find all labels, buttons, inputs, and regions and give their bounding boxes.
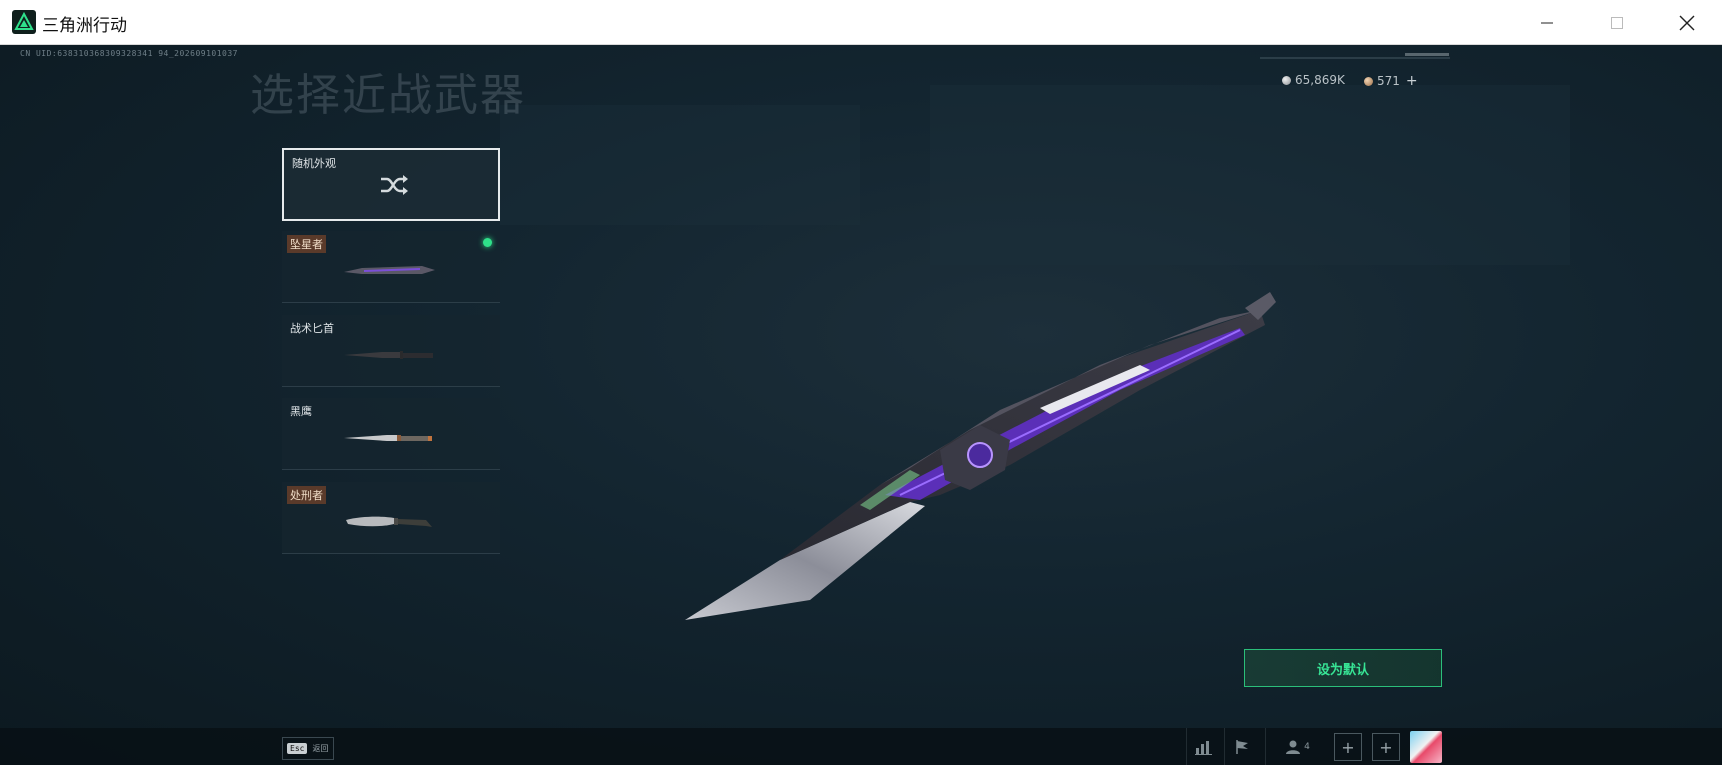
knife-thumbnail	[344, 266, 435, 274]
skin-label: 随机外观	[292, 157, 336, 170]
flag-button[interactable]	[1224, 728, 1258, 765]
invite-slot-button[interactable]: +	[1372, 733, 1400, 761]
minimize-button[interactable]	[1512, 0, 1582, 45]
bronze-coin-icon	[1364, 76, 1373, 86]
squad-count: 4	[1304, 741, 1310, 752]
esc-key-hint: Esc	[287, 743, 308, 754]
back-label: 返回	[312, 744, 329, 753]
silver-amount: 65,869K	[1295, 73, 1345, 87]
skin-card-executioner[interactable]: 处刑者	[282, 482, 500, 554]
set-default-button[interactable]: 设为默认	[1244, 649, 1442, 687]
squad-button[interactable]: 4	[1265, 728, 1329, 765]
minimize-icon	[1541, 22, 1553, 23]
skin-label: 黑鹰	[290, 405, 312, 418]
window-titlebar: 三角洲行动	[0, 0, 1722, 45]
stats-button[interactable]	[1186, 728, 1220, 765]
close-button[interactable]	[1652, 0, 1722, 45]
skin-label: 处刑者	[287, 486, 326, 504]
skin-label: 战术匕首	[290, 322, 334, 335]
skin-card-black-hawk[interactable]: 黑鹰	[282, 398, 500, 470]
bronze-amount: 571	[1377, 74, 1400, 88]
knife-preview-render[interactable]	[680, 290, 1280, 630]
maximize-icon	[1611, 16, 1623, 29]
equipped-indicator	[483, 238, 492, 247]
plus-icon: +	[1379, 737, 1393, 757]
flag-icon	[1235, 739, 1248, 754]
close-icon	[1679, 15, 1695, 30]
knife-thumbnail	[346, 516, 432, 527]
background-structure	[500, 105, 860, 225]
bar-chart-icon	[1194, 740, 1212, 755]
bronze-currency: 571 +	[1364, 73, 1418, 89]
silver-currency: 65,869K	[1282, 73, 1345, 87]
skin-card-starfall[interactable]: 坠星者	[282, 231, 500, 303]
knife-thumbnail	[344, 351, 433, 359]
add-currency-button[interactable]: +	[1406, 73, 1418, 89]
skin-label: 坠星者	[287, 235, 326, 253]
invite-slot-button[interactable]: +	[1334, 733, 1362, 761]
game-viewport: CN UID:638310368309328341 94_20260910103…	[0, 45, 1722, 765]
skin-card-tactical-dagger[interactable]: 战术匕首	[282, 315, 500, 387]
currency-divider	[1260, 57, 1450, 59]
people-icon	[1286, 740, 1301, 754]
silver-coin-icon	[1282, 75, 1291, 85]
plus-icon: +	[1341, 737, 1355, 757]
background-structure	[930, 85, 1570, 265]
back-button[interactable]: Esc 返回	[282, 737, 334, 760]
currency-divider-accent	[1405, 53, 1449, 56]
page-title: 选择近战武器	[250, 70, 526, 121]
app-logo-icon	[12, 10, 36, 34]
knife-thumbnail	[344, 435, 432, 441]
shuffle-icon	[381, 175, 408, 195]
maximize-button[interactable]	[1582, 0, 1652, 45]
avatar[interactable]	[1410, 731, 1442, 763]
window-title: 三角洲行动	[42, 16, 127, 36]
skin-card-random[interactable]: 随机外观	[282, 148, 500, 221]
bottom-bar: Esc 返回 4 + +	[0, 728, 1722, 765]
player-uid: CN UID:638310368309328341 94_20260910103…	[20, 49, 238, 58]
